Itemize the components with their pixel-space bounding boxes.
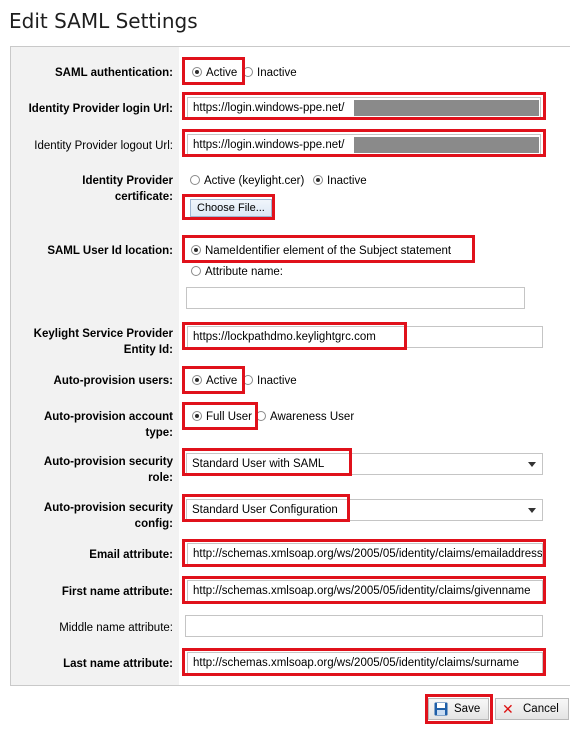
highlight-last-name [182, 648, 546, 676]
idp-logout-label: Identity Provider logout Url: [34, 140, 173, 152]
highlight-saml-auth [182, 57, 245, 85]
middle-name-input[interactable] [185, 615, 543, 637]
highlight-nameid [182, 235, 475, 263]
highlight-sp-entity [182, 322, 407, 350]
auto-provision-users-label: Auto-provision users: [53, 375, 173, 387]
attribute-name-option[interactable]: Attribute name: [191, 265, 283, 279]
saml-authentication-label: SAML authentication: [55, 67, 173, 79]
auto-provision-config-label-1: Auto-provision security [43, 502, 173, 514]
dialog-title: Edit SAML Settings [9, 9, 198, 33]
highlight-idp-logout [182, 129, 546, 157]
radio-unselected-icon[interactable] [191, 266, 201, 276]
radio-selected-icon[interactable] [313, 175, 323, 185]
auto-provision-type-label-1: Auto-provision account [43, 411, 173, 423]
awareness-user-option[interactable]: Awareness User [256, 410, 354, 424]
highlight-save [425, 694, 493, 724]
cert-inactive-option[interactable]: Inactive [313, 174, 367, 188]
chevron-down-icon[interactable] [528, 462, 536, 467]
highlight-first-name [182, 576, 546, 604]
first-name-label: First name attribute: [61, 586, 173, 598]
highlight-security-role [182, 448, 352, 476]
auto-provision-type-label-2: type: [145, 427, 173, 439]
highlight-auto-users [182, 366, 245, 394]
auto-provision-config-label-2: config: [134, 518, 173, 530]
email-attribute-label: Email attribute: [89, 549, 173, 561]
last-name-label: Last name attribute: [63, 658, 173, 670]
middle-name-label: Middle name attribute: [59, 622, 173, 634]
close-icon: ✕ [502, 701, 514, 717]
idp-certificate-label-1: Identity Provider [82, 175, 173, 187]
idp-certificate-label-2: certificate: [114, 191, 173, 203]
radio-unselected-icon[interactable] [190, 175, 200, 185]
sp-entity-label-1: Keylight Service Provider [33, 328, 173, 340]
chevron-down-icon[interactable] [528, 508, 536, 513]
saml-auth-inactive-option[interactable]: Inactive [243, 66, 297, 80]
settings-panel: SAML authentication: Active Inactive Ide… [10, 46, 570, 686]
auto-provision-role-label-1: Auto-provision security [43, 456, 173, 468]
highlight-full-user [182, 402, 258, 430]
sp-entity-label-2: Entity Id: [123, 344, 173, 356]
cancel-button[interactable]: ✕ Cancel [495, 698, 569, 720]
idp-login-label: Identity Provider login Url: [28, 103, 173, 115]
cert-active-option[interactable]: Active (keylight.cer) [190, 174, 304, 188]
auto-users-inactive-option[interactable]: Inactive [243, 374, 297, 388]
highlight-choose-file [182, 194, 275, 220]
highlight-security-config [182, 494, 350, 522]
auto-provision-role-label-2: role: [148, 472, 173, 484]
highlight-email [182, 539, 546, 567]
attribute-name-input[interactable] [186, 287, 525, 309]
user-id-location-label: SAML User Id location: [47, 245, 173, 257]
highlight-idp-login [182, 92, 546, 120]
